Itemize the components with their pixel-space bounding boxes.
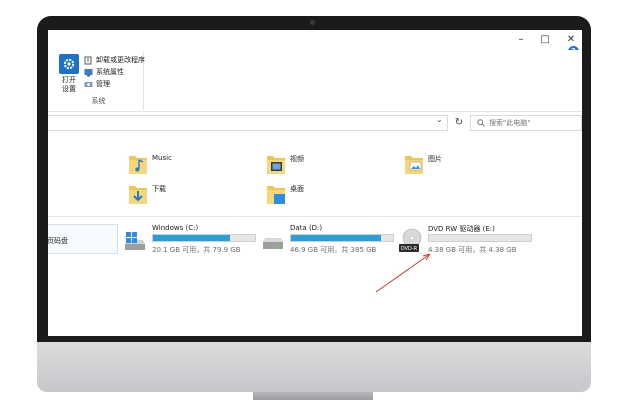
drive-c[interactable]: Windows (C:) 20.1 GB 可用，共 79.9 GB (122, 224, 256, 258)
desktop-folder-icon (267, 186, 285, 204)
pictures-folder-icon (405, 156, 423, 174)
open-settings-label-2: 设置 (62, 85, 76, 93)
folder-videos[interactable]: 视频 (266, 152, 376, 178)
folder-desktop[interactable]: 桌面 (266, 182, 376, 208)
system-properties-button[interactable]: 系统属性 (84, 66, 145, 78)
explorer-window: – □ ✕ ︿ ? 打开 设置 卸载或更改程序 系统属性 (48, 30, 582, 336)
search-box[interactable] (470, 115, 582, 131)
open-settings-label-1: 打开 (62, 76, 76, 84)
folder-desktop-name: 桌面 (290, 185, 304, 193)
webcam (310, 20, 315, 25)
address-bar[interactable] (48, 115, 448, 131)
drive-c-info: 20.1 GB 可用，共 79.9 GB (152, 246, 241, 254)
manage-button[interactable]: 管理 (84, 78, 145, 90)
uninstall-label: 卸载或更改程序 (96, 56, 145, 64)
search-icon (477, 119, 485, 127)
drive-d-usage-bar (290, 234, 394, 242)
drive-c-usage-bar (152, 234, 256, 242)
folder-music[interactable]: Music (128, 152, 238, 178)
manage-label: 管理 (96, 80, 110, 88)
system-group-label: 系统 (91, 97, 106, 105)
nav-item-partial-label: 页码盘 (48, 237, 68, 245)
drive-e-name: DVD RW 驱动器 (E:) (428, 225, 495, 233)
hard-drive-icon (263, 238, 283, 249)
search-input[interactable] (489, 119, 579, 127)
drive-c-name: Windows (C:) (152, 224, 199, 232)
video-folder-icon (267, 156, 285, 174)
annotation-arrow (375, 253, 431, 293)
address-history-dropdown[interactable]: ⌄ (436, 115, 443, 124)
folder-pictures-name: 图片 (428, 155, 442, 163)
gear-icon (59, 54, 79, 74)
section-divider (48, 216, 582, 217)
drive-e-usage-bar (428, 234, 532, 242)
folder-pictures[interactable]: 图片 (404, 152, 514, 178)
monitor-stand (253, 392, 373, 400)
system-properties-label: 系统属性 (96, 68, 124, 76)
music-folder-icon (129, 156, 147, 174)
nav-item-partial[interactable]: 页码盘 (48, 224, 118, 254)
folder-videos-name: 视频 (290, 155, 304, 163)
folder-downloads[interactable]: 下载 (128, 182, 238, 208)
minimize-button[interactable]: – (514, 33, 528, 47)
maximize-button[interactable]: □ (538, 33, 552, 47)
folder-downloads-name: 下载 (152, 185, 166, 193)
refresh-button[interactable]: ↻ (452, 116, 466, 130)
drive-d-info: 46.9 GB 可用，共 385 GB (290, 246, 377, 254)
system-group: 打开 设置 卸载或更改程序 系统属性 管理 系统 (54, 52, 145, 110)
uninstall-icon (84, 56, 93, 65)
drive-c-usage-fill (153, 235, 230, 241)
windows-drive-icon (125, 232, 145, 250)
title-bar: – □ ✕ (48, 30, 582, 50)
drive-e-info: 4.38 GB 可用，共 4.38 GB (428, 246, 517, 254)
drive-d-usage-fill (291, 235, 381, 241)
uninstall-program-button[interactable]: 卸载或更改程序 (84, 54, 145, 66)
downloads-folder-icon (129, 186, 147, 204)
ribbon: 打开 设置 卸载或更改程序 系统属性 管理 系统 (48, 50, 582, 112)
open-settings-button[interactable]: 打开 设置 (56, 54, 82, 98)
monitor-chin (37, 342, 591, 392)
manage-icon (84, 80, 93, 89)
folder-music-name: Music (152, 154, 172, 162)
address-row: ⌄ ↻ (48, 114, 582, 132)
drive-d-name: Data (D:) (290, 224, 323, 232)
system-properties-icon (84, 68, 93, 77)
